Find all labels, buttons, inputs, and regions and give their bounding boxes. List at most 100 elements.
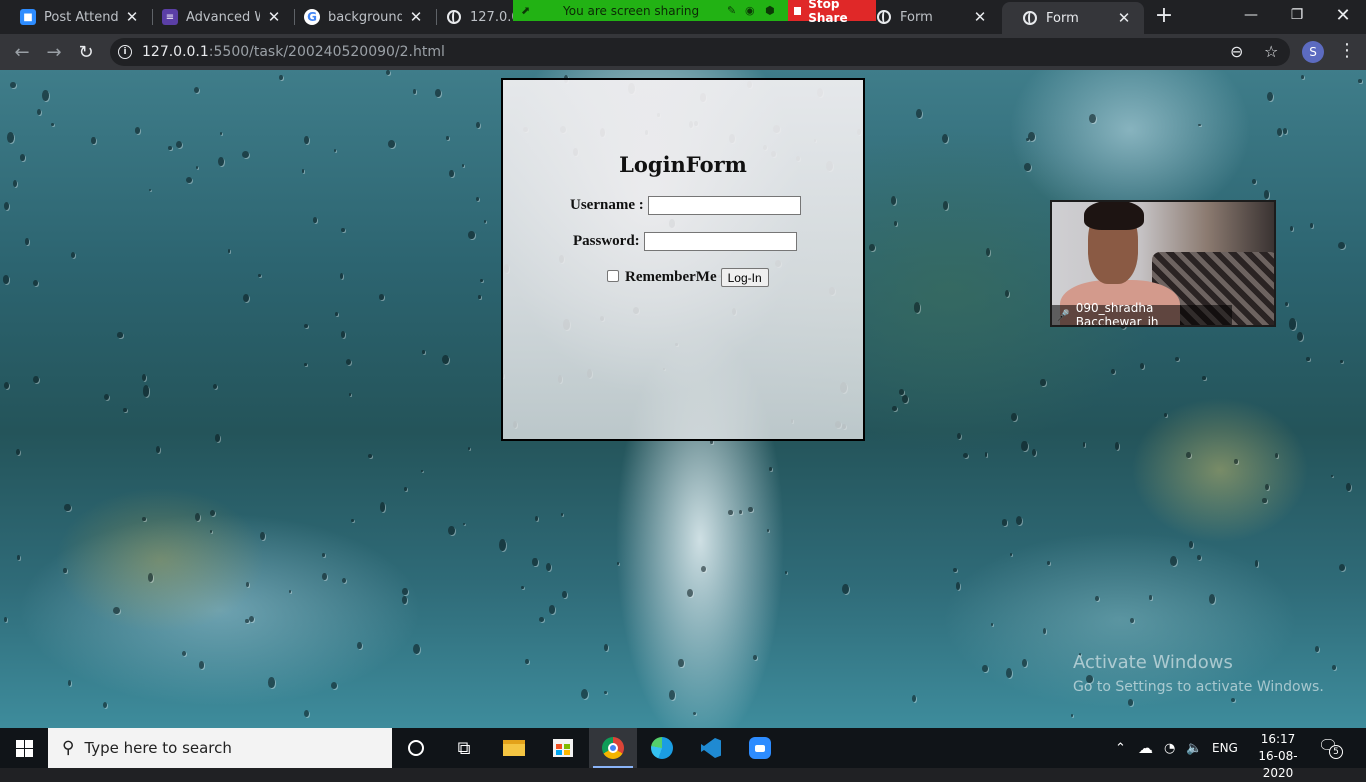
activate-subtitle: Go to Settings to activate Windows.: [1073, 679, 1324, 695]
rain-drop: [63, 568, 67, 574]
close-window-button[interactable]: ✕: [1320, 0, 1366, 30]
rain-drop: [368, 454, 373, 459]
zoom-out-icon[interactable]: ⊖: [1230, 42, 1243, 61]
network-icon[interactable]: ◔: [1164, 728, 1175, 768]
tab-post-attendee[interactable]: ■ Post Attendee ✕: [0, 0, 152, 34]
show-hidden-icons[interactable]: ⌃: [1115, 728, 1126, 768]
activate-windows-watermark: Activate Windows Go to Settings to activ…: [1073, 652, 1324, 695]
store-button[interactable]: [539, 728, 587, 768]
rain-drop: [379, 501, 386, 512]
minimize-button[interactable]: —: [1228, 0, 1274, 30]
rain-drop: [532, 557, 538, 567]
new-tab-button[interactable]: +: [1152, 5, 1176, 29]
chrome-button[interactable]: [589, 728, 637, 768]
forward-button[interactable]: →: [42, 40, 66, 64]
rain-drop: [346, 359, 352, 366]
url-text[interactable]: 127.0.0.1:5500/task/200240520090/2.html: [142, 44, 445, 60]
rain-drop: [185, 176, 192, 183]
close-icon[interactable]: ✕: [408, 8, 424, 26]
rain-drop: [616, 562, 620, 565]
mic-icon[interactable]: ✎: [727, 4, 736, 17]
back-button[interactable]: ←: [10, 40, 34, 64]
onedrive-icon[interactable]: ☁: [1138, 728, 1153, 768]
login-button[interactable]: Log-In: [720, 268, 769, 287]
rain-drop: [1022, 659, 1028, 667]
rain-drop: [1267, 91, 1273, 102]
rain-drop: [245, 618, 249, 623]
rain-drop: [385, 70, 390, 76]
close-icon[interactable]: ✕: [124, 8, 140, 26]
participant-video[interactable]: 🎤 090_shradha Bacchewar_jh: [1050, 200, 1276, 327]
tab-form[interactable]: Form ✕: [856, 0, 1000, 34]
rain-drop: [1346, 482, 1352, 491]
rain-drop: [102, 702, 107, 709]
start-button[interactable]: [0, 728, 48, 768]
rain-drop: [141, 373, 146, 381]
rain-drop: [448, 525, 455, 536]
rain-drop: [1127, 699, 1134, 706]
taskbar-search[interactable]: ⚲ Type here to search: [48, 728, 392, 768]
bookmark-star-icon[interactable]: ☆: [1264, 42, 1278, 61]
rain-drop: [17, 555, 20, 560]
rain-drop: [195, 165, 199, 169]
rain-drop: [142, 385, 150, 397]
rain-drop: [246, 582, 249, 587]
record-icon[interactable]: ◉: [745, 4, 755, 17]
rain-drop: [1005, 667, 1012, 679]
rain-drop: [957, 433, 961, 440]
rain-drop: [1285, 301, 1289, 306]
rain-drop: [479, 278, 483, 283]
url-host: 127.0.0.1: [142, 44, 209, 60]
rain-drop: [1042, 627, 1046, 634]
rain-drop: [260, 531, 266, 541]
reload-button[interactable]: ↻: [74, 40, 98, 64]
rain-drop: [148, 188, 152, 192]
close-icon[interactable]: ✕: [266, 8, 282, 26]
rain-drop: [335, 311, 339, 316]
vscode-button[interactable]: [687, 728, 735, 768]
rain-drop: [982, 665, 988, 673]
close-icon[interactable]: ✕: [1116, 9, 1132, 27]
rain-drop: [941, 133, 948, 144]
tab-advanced-web[interactable]: ≡ Advanced Web ✕: [142, 0, 294, 34]
close-icon[interactable]: ✕: [972, 8, 988, 26]
language-indicator[interactable]: ENG: [1212, 728, 1238, 768]
zoom-app-button[interactable]: [736, 728, 784, 768]
info-icon[interactable]: i: [118, 45, 132, 59]
rain-drop: [435, 88, 441, 97]
username-input[interactable]: [647, 196, 801, 215]
rain-drop: [894, 221, 898, 226]
tab-localhost[interactable]: 127.0.0.1: [426, 0, 516, 34]
rain-drop: [701, 566, 706, 573]
rain-drop: [539, 616, 545, 623]
menu-icon[interactable]: ⋮: [1338, 40, 1356, 61]
rain-drop: [1290, 226, 1294, 232]
rain-drop: [1198, 123, 1201, 127]
shield-icon[interactable]: ⬢: [765, 4, 775, 17]
remember-me-checkbox[interactable]: [607, 270, 619, 282]
cortana-button[interactable]: [392, 728, 440, 768]
rain-drop: [1031, 448, 1037, 457]
rain-drop: [340, 227, 345, 232]
rain-drop: [199, 661, 205, 669]
rain-drop: [227, 249, 231, 253]
participant-name-bar: 🎤 090_shradha Bacchewar_jh: [1052, 301, 1232, 325]
globe-icon: [446, 9, 462, 25]
edge-button[interactable]: [638, 728, 686, 768]
address-bar[interactable]: i 127.0.0.1:5500/task/200240520090/2.htm…: [110, 38, 1290, 66]
rain-drop: [1163, 413, 1167, 418]
profile-avatar[interactable]: S: [1302, 41, 1324, 63]
tab-form-active[interactable]: Form ✕: [1002, 2, 1144, 34]
action-center-button[interactable]: 🗨 5: [1318, 736, 1343, 760]
screen-share-status: You are screen sharing: [563, 3, 700, 18]
system-clock[interactable]: 16:17 16-08-2020: [1250, 731, 1306, 782]
rain-drop: [869, 244, 875, 252]
rain-drop: [562, 591, 567, 599]
restore-button[interactable]: ❐: [1274, 0, 1320, 30]
rain-drop: [214, 434, 221, 442]
tab-background[interactable]: G background in ✕: [284, 0, 436, 34]
task-view-button[interactable]: ⧉: [440, 728, 488, 768]
volume-icon[interactable]: 🔈: [1186, 728, 1202, 768]
file-explorer-button[interactable]: [490, 728, 538, 768]
password-input[interactable]: [643, 232, 797, 251]
